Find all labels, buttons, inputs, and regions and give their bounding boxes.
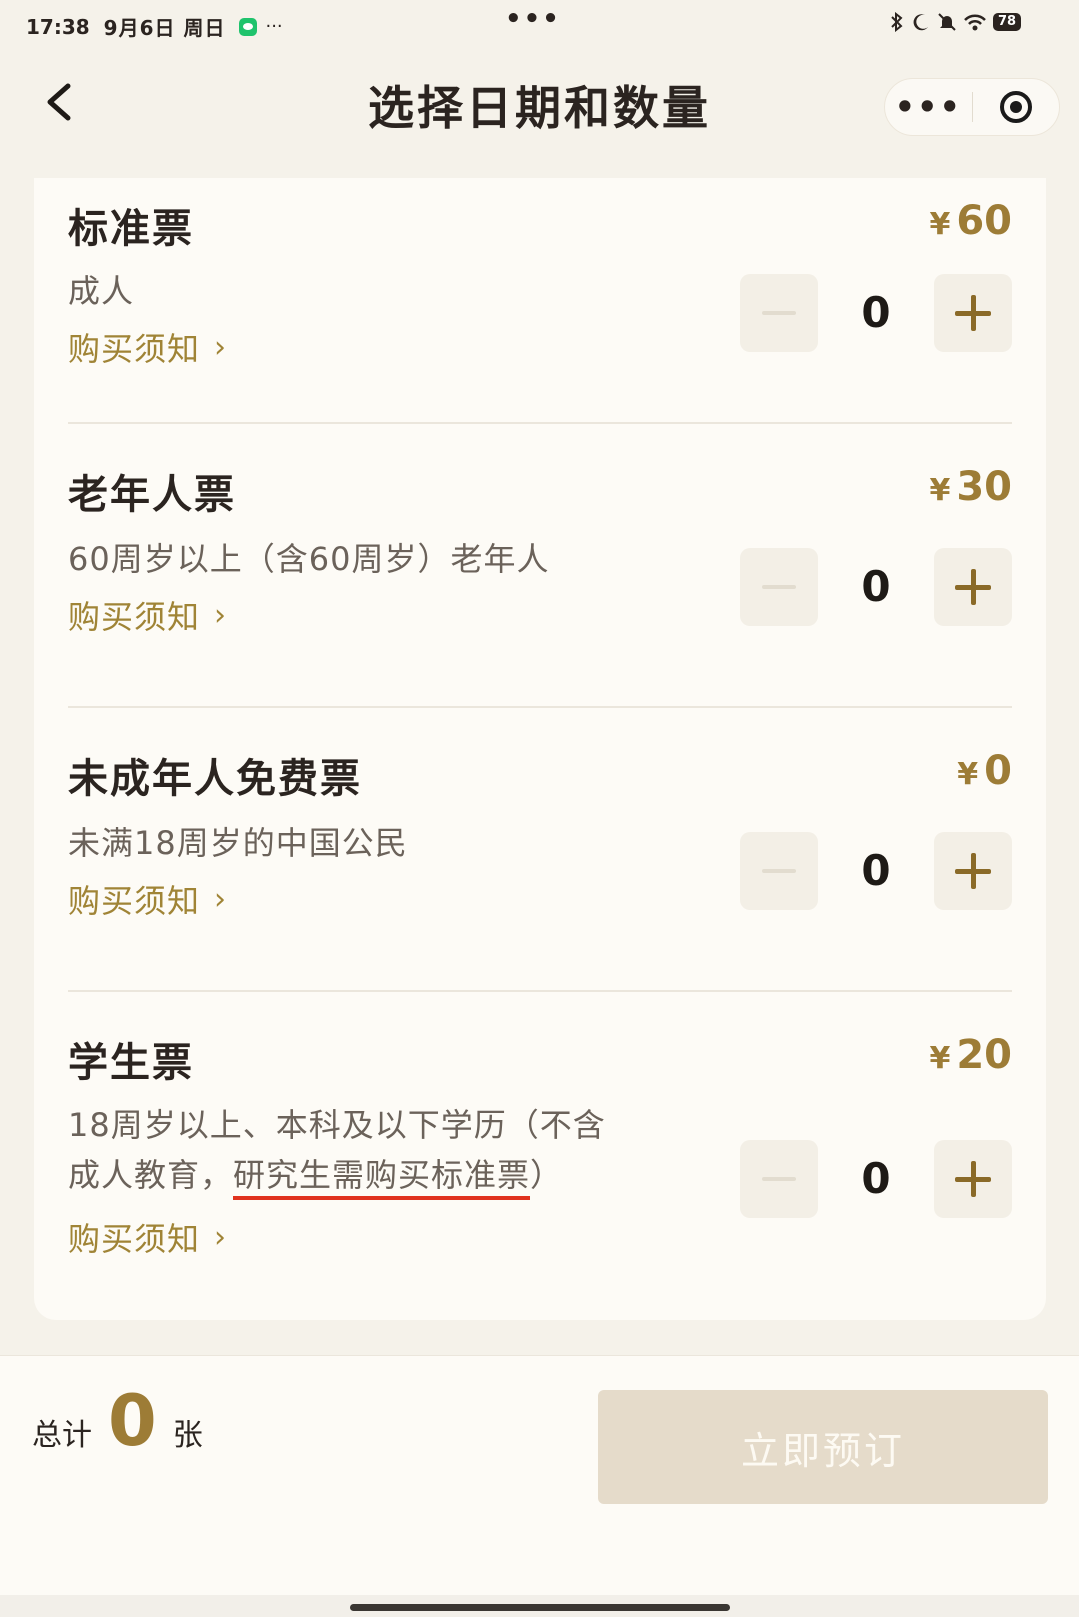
currency-symbol: ¥ <box>929 1041 951 1076</box>
ticket-price: ¥60 <box>929 198 1012 244</box>
ticket-list: 标准票 ¥60 成人 购买须知 › 0 老年人票 ¥30 60周岁以上（含60周… <box>34 178 1046 1320</box>
footer-bar: 总计 0 张 立即预订 <box>0 1355 1079 1595</box>
notice-label: 购买须知 <box>68 598 201 636</box>
quantity-value: 0 <box>861 288 891 337</box>
chevron-right-icon: › <box>214 329 228 365</box>
page: 17:38 9月6日 周日 ··· ••• 78 选择日期和数量 ••• 标准票… <box>0 0 1079 1617</box>
status-time: 17:38 <box>26 14 90 39</box>
ticket-description: 未满18周岁的中国公民 <box>68 824 408 862</box>
notice-label: 购买须知 <box>68 882 201 920</box>
notice-label: 购买须知 <box>68 1220 201 1258</box>
price-value: 0 <box>984 748 1012 794</box>
book-now-button[interactable]: 立即预订 <box>598 1390 1048 1504</box>
total-summary: 总计 0 张 <box>32 1386 203 1456</box>
ticket-row-minor: 未成年人免费票 ¥0 未满18周岁的中国公民 购买须知 › 0 <box>68 708 1012 992</box>
ticket-name: 老年人票 <box>68 471 236 518</box>
status-bar: 17:38 9月6日 周日 ··· ••• 78 <box>0 0 1079 50</box>
currency-symbol: ¥ <box>929 473 951 508</box>
minus-icon <box>762 311 796 315</box>
status-left: 17:38 9月6日 周日 ··· <box>26 12 283 41</box>
decrement-button[interactable] <box>740 274 818 352</box>
chevron-right-icon: › <box>214 597 228 633</box>
decrement-button[interactable] <box>740 1140 818 1218</box>
currency-symbol: ¥ <box>957 757 979 792</box>
navbar: 选择日期和数量 ••• <box>0 60 1079 150</box>
target-icon <box>999 91 1032 123</box>
ticket-row-senior: 老年人票 ¥30 60周岁以上（含60周岁）老年人 购买须知 › 0 <box>68 424 1012 708</box>
highlighted-note: 研究生需购买标准票 <box>233 1156 531 1200</box>
ticket-description: 18周岁以上、本科及以下学历（不含 成人教育，研究生需购买标准票） <box>68 1100 668 1200</box>
currency-symbol: ¥ <box>929 207 951 242</box>
total-label: 总计 <box>32 1418 92 1453</box>
status-center-dots: ••• <box>505 4 561 34</box>
total-count: 0 <box>108 1380 157 1462</box>
ticket-row-standard: 标准票 ¥60 成人 购买须知 › 0 <box>68 188 1012 424</box>
more-options-button[interactable]: ••• <box>885 78 972 136</box>
mini-program-capsule: ••• <box>884 78 1060 136</box>
ticket-name: 未成年人免费票 <box>68 755 362 802</box>
chevron-right-icon: › <box>214 881 228 917</box>
bluetooth-icon <box>891 12 903 32</box>
plus-icon <box>955 569 991 605</box>
purchase-notice-link[interactable]: 购买须知 › <box>68 876 227 922</box>
description-text: 成人教育， <box>68 1156 234 1194</box>
ticket-price: ¥20 <box>929 1032 1012 1078</box>
ticket-row-student: 学生票 ¥20 18周岁以上、本科及以下学历（不含 成人教育，研究生需购买标准票… <box>68 992 1012 1320</box>
description-line: 成人教育，研究生需购买标准票） <box>68 1150 668 1200</box>
ticket-name: 学生票 <box>68 1039 194 1086</box>
ticket-description: 60周岁以上（含60周岁）老年人 <box>68 540 550 578</box>
notification-more-icon: ··· <box>265 16 283 37</box>
ticket-name: 标准票 <box>68 205 194 252</box>
more-icon: ••• <box>894 88 962 126</box>
quantity-stepper: 0 <box>740 1140 1012 1220</box>
purchase-notice-link[interactable]: 购买须知 › <box>68 324 227 370</box>
minus-icon <box>762 585 796 589</box>
decrement-button[interactable] <box>740 832 818 910</box>
bell-off-icon <box>938 13 956 31</box>
ticket-price: ¥0 <box>957 748 1012 794</box>
price-value: 60 <box>956 198 1012 244</box>
status-date: 9月6日 周日 <box>103 16 226 40</box>
ticket-description: 成人 <box>68 272 135 310</box>
plus-icon <box>955 853 991 889</box>
price-value: 30 <box>956 464 1012 510</box>
purchase-notice-link[interactable]: 购买须知 › <box>68 1214 227 1260</box>
increment-button[interactable] <box>934 832 1012 910</box>
description-text: ） <box>530 1156 564 1194</box>
close-mini-program-button[interactable] <box>973 78 1060 136</box>
quantity-value: 0 <box>861 846 891 895</box>
increment-button[interactable] <box>934 1140 1012 1218</box>
description-line: 18周岁以上、本科及以下学历（不含 <box>68 1106 606 1144</box>
minus-icon <box>762 869 796 873</box>
minus-icon <box>762 1177 796 1181</box>
quantity-value: 0 <box>861 1154 891 1203</box>
increment-button[interactable] <box>934 274 1012 352</box>
purchase-notice-link[interactable]: 购买须知 › <box>68 592 227 638</box>
decrement-button[interactable] <box>740 548 818 626</box>
quantity-stepper: 0 <box>740 274 1012 354</box>
plus-icon <box>955 295 991 331</box>
moon-icon <box>913 14 928 31</box>
chevron-right-icon: › <box>214 1219 228 1255</box>
quantity-stepper: 0 <box>740 548 1012 628</box>
wechat-icon <box>239 17 258 36</box>
total-unit: 张 <box>172 1418 203 1453</box>
ticket-price: ¥30 <box>929 464 1012 510</box>
notice-label: 购买须知 <box>68 330 201 368</box>
wifi-icon <box>964 14 986 31</box>
quantity-value: 0 <box>861 562 891 611</box>
battery-icon: 78 <box>993 13 1021 31</box>
plus-icon <box>955 1161 991 1197</box>
home-indicator[interactable] <box>350 1604 730 1611</box>
status-right: 78 <box>889 12 1021 32</box>
quantity-stepper: 0 <box>740 832 1012 912</box>
price-value: 20 <box>956 1032 1012 1078</box>
increment-button[interactable] <box>934 548 1012 626</box>
